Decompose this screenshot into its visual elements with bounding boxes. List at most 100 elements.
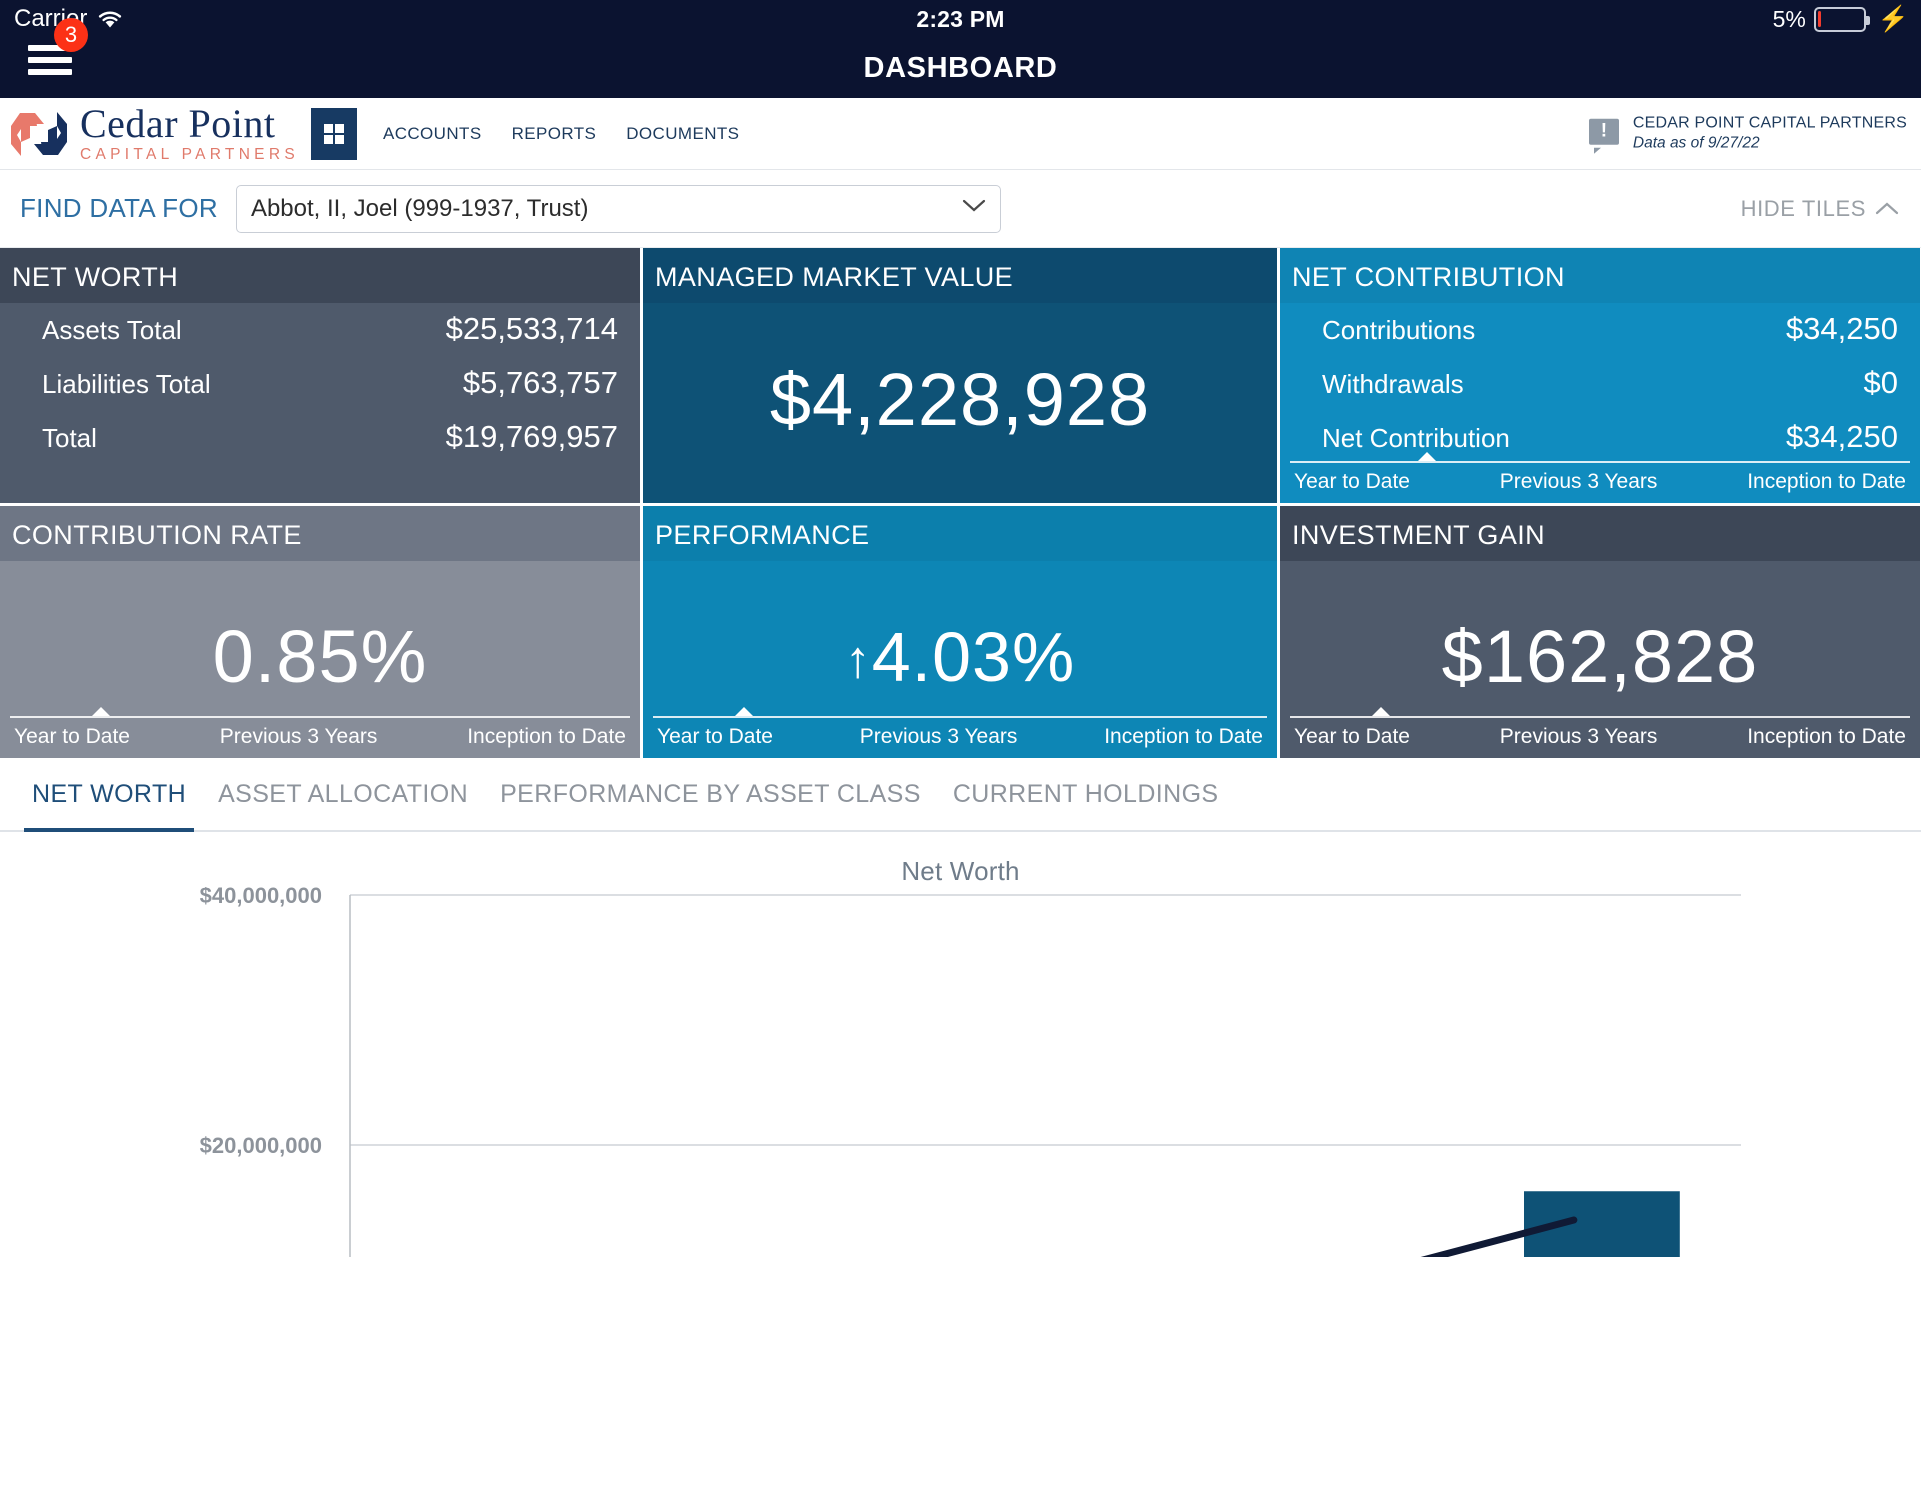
alert-bubble-icon[interactable]: ! xyxy=(1588,118,1619,154)
firm-info-block: ! CEDAR POINT CAPITAL PARTNERS Data as o… xyxy=(1588,112,1907,155)
nav-link-documents[interactable]: DOCUMENTS xyxy=(626,124,739,144)
period-track xyxy=(1290,707,1910,718)
notification-badge: 3 xyxy=(54,18,88,52)
chevron-up-icon xyxy=(1875,196,1899,222)
app-nav-bar: 3 DASHBOARD xyxy=(0,18,1921,98)
arrow-up-icon: ↑ xyxy=(844,630,872,689)
row-label: Assets Total xyxy=(42,315,182,345)
row-label: Total xyxy=(42,423,97,453)
svg-text:$20,000,000: $20,000,000 xyxy=(200,1133,322,1158)
period-year-to-date[interactable]: Year to Date xyxy=(657,725,773,749)
tile-contribution-rate-title: CONTRIBUTION RATE xyxy=(0,506,640,561)
period-marker xyxy=(735,707,753,716)
tile-managed-market-value-title: MANAGED MARKET VALUE xyxy=(643,248,1277,303)
performance-value-wrap: ↑4.03% xyxy=(643,616,1277,696)
primary-nav-links: ACCOUNTS REPORTS DOCUMENTS xyxy=(383,124,739,144)
period-previous-3-years[interactable]: Previous 3 Years xyxy=(1500,725,1658,749)
data-as-of-label: Data as of 9/27/22 xyxy=(1632,134,1760,152)
tab-performance-by-asset-class[interactable]: PERFORMANCE BY ASSET CLASS xyxy=(484,757,937,831)
row-value: $25,533,714 xyxy=(445,311,618,346)
account-select[interactable]: Abbot, II, Joel (999-1937, Trust) xyxy=(235,184,1001,233)
investment-gain-value: $162,828 xyxy=(1441,614,1759,698)
performance-value: 4.03% xyxy=(871,617,1076,696)
period-year-to-date[interactable]: Year to Date xyxy=(1294,470,1410,494)
battery-fill xyxy=(1818,11,1821,27)
firm-name: CEDAR POINT CAPITAL PARTNERS xyxy=(1632,114,1907,132)
net-contribution-rows: Contributions $34,250 Withdrawals $0 Net… xyxy=(1280,303,1920,455)
grid-apps-icon[interactable] xyxy=(310,107,357,160)
tile-net-worth[interactable]: NET WORTH Assets Total $25,533,714 Liabi… xyxy=(0,248,640,503)
nav-link-accounts[interactable]: ACCOUNTS xyxy=(383,124,482,144)
period-marker xyxy=(1418,452,1436,461)
hide-tiles-button[interactable]: HIDE TILES xyxy=(1741,196,1899,222)
period-inception-to-date[interactable]: Inception to Date xyxy=(1747,725,1906,749)
content-tabs: NET WORTH ASSET ALLOCATION PERFORMANCE B… xyxy=(0,757,1921,833)
tile-investment-gain-title: INVESTMENT GAIN xyxy=(1280,506,1920,561)
period-track xyxy=(653,707,1267,718)
managed-market-value-amount: $4,228,928 xyxy=(769,358,1151,442)
brand-header: Cedar Point CAPITAL PARTNERS ACCOUNTS RE… xyxy=(0,98,1921,170)
net-contribution-row: Withdrawals $0 xyxy=(1322,365,1898,401)
tile-net-worth-title: NET WORTH xyxy=(0,248,640,303)
find-data-label: FIND DATA FOR xyxy=(20,193,218,223)
net-worth-row: Total $19,769,957 xyxy=(42,419,618,455)
period-inception-to-date[interactable]: Inception to Date xyxy=(467,725,626,749)
tile-investment-gain[interactable]: INVESTMENT GAIN $162,828 Year to Date Pr… xyxy=(1280,503,1920,758)
net-contribution-row: Contributions $34,250 xyxy=(1322,311,1898,347)
period-track xyxy=(1290,452,1910,463)
row-value: $34,250 xyxy=(1785,311,1898,346)
account-select-value: Abbot, II, Joel (999-1937, Trust) xyxy=(250,194,589,222)
period-labels: Year to Date Previous 3 Years Inception … xyxy=(0,718,640,758)
hide-tiles-label: HIDE TILES xyxy=(1740,195,1866,221)
period-labels: Year to Date Previous 3 Years Inception … xyxy=(1280,718,1920,758)
period-labels: Year to Date Previous 3 Years Inception … xyxy=(643,718,1277,758)
tab-current-holdings[interactable]: CURRENT HOLDINGS xyxy=(937,757,1235,831)
period-marker xyxy=(1372,707,1390,716)
alert-bubble-tail xyxy=(1593,147,1601,154)
row-value: $19,769,957 xyxy=(445,419,618,454)
period-year-to-date[interactable]: Year to Date xyxy=(1294,725,1410,749)
period-selector: Year to Date Previous 3 Years Inception … xyxy=(643,707,1277,758)
net-worth-row: Assets Total $25,533,714 xyxy=(42,311,618,347)
row-label: Contributions xyxy=(1322,315,1476,345)
period-inception-to-date[interactable]: Inception to Date xyxy=(1747,470,1906,494)
period-inception-to-date[interactable]: Inception to Date xyxy=(1104,725,1263,749)
period-selector: Year to Date Previous 3 Years Inception … xyxy=(1280,707,1920,758)
brand-tagline: CAPITAL PARTNERS xyxy=(80,146,299,164)
chart-canvas: $40,000,000 $20,000,000 xyxy=(200,887,1741,1257)
period-marker xyxy=(92,707,110,716)
net-worth-rows: Assets Total $25,533,714 Liabilities Tot… xyxy=(0,303,640,455)
chevron-down-icon xyxy=(962,199,986,218)
svg-text:$40,000,000: $40,000,000 xyxy=(200,887,322,908)
row-label: Net Contribution xyxy=(1322,423,1510,453)
row-label: Withdrawals xyxy=(1322,369,1464,399)
tile-managed-market-value[interactable]: MANAGED MARKET VALUE $4,228,928 xyxy=(640,248,1280,503)
period-previous-3-years[interactable]: Previous 3 Years xyxy=(860,725,1018,749)
tile-performance-body: ↑4.03% Year to Date Previous 3 Years Inc… xyxy=(643,561,1277,758)
find-data-row: FIND DATA FOR Abbot, II, Joel (999-1937,… xyxy=(0,170,1921,248)
brand-wordmark: Cedar Point CAPITAL PARTNERS xyxy=(80,104,299,163)
cedar-point-logo-icon xyxy=(8,108,70,160)
period-previous-3-years[interactable]: Previous 3 Years xyxy=(220,725,378,749)
tab-net-worth[interactable]: NET WORTH xyxy=(16,757,202,833)
contribution-rate-value: 0.85% xyxy=(212,614,428,698)
tab-asset-allocation[interactable]: ASSET ALLOCATION xyxy=(202,757,484,831)
tile-performance-title: PERFORMANCE xyxy=(643,506,1277,561)
period-track xyxy=(10,707,630,718)
row-value: $5,763,757 xyxy=(462,365,618,400)
nav-link-reports[interactable]: REPORTS xyxy=(512,124,597,144)
row-value: $0 xyxy=(1863,365,1898,400)
period-selector: Year to Date Previous 3 Years Inception … xyxy=(0,707,640,758)
tile-net-contribution-body: Contributions $34,250 Withdrawals $0 Net… xyxy=(1280,303,1920,503)
row-value: $34,250 xyxy=(1785,419,1898,454)
tile-performance[interactable]: PERFORMANCE ↑4.03% Year to Date Previous… xyxy=(640,503,1280,758)
firm-info-text: CEDAR POINT CAPITAL PARTNERS Data as of … xyxy=(1633,112,1907,155)
battery-icon xyxy=(1813,6,1870,32)
period-previous-3-years[interactable]: Previous 3 Years xyxy=(1500,470,1658,494)
tile-net-contribution[interactable]: NET CONTRIBUTION Contributions $34,250 W… xyxy=(1280,248,1920,503)
period-year-to-date[interactable]: Year to Date xyxy=(14,725,130,749)
tile-net-contribution-title: NET CONTRIBUTION xyxy=(1280,248,1920,303)
page-title: DASHBOARD xyxy=(863,51,1058,84)
tile-contribution-rate[interactable]: CONTRIBUTION RATE 0.85% Year to Date Pre… xyxy=(0,503,640,758)
net-worth-chart: Net Worth $40,000,000 $20,000,000 xyxy=(0,832,1921,1257)
